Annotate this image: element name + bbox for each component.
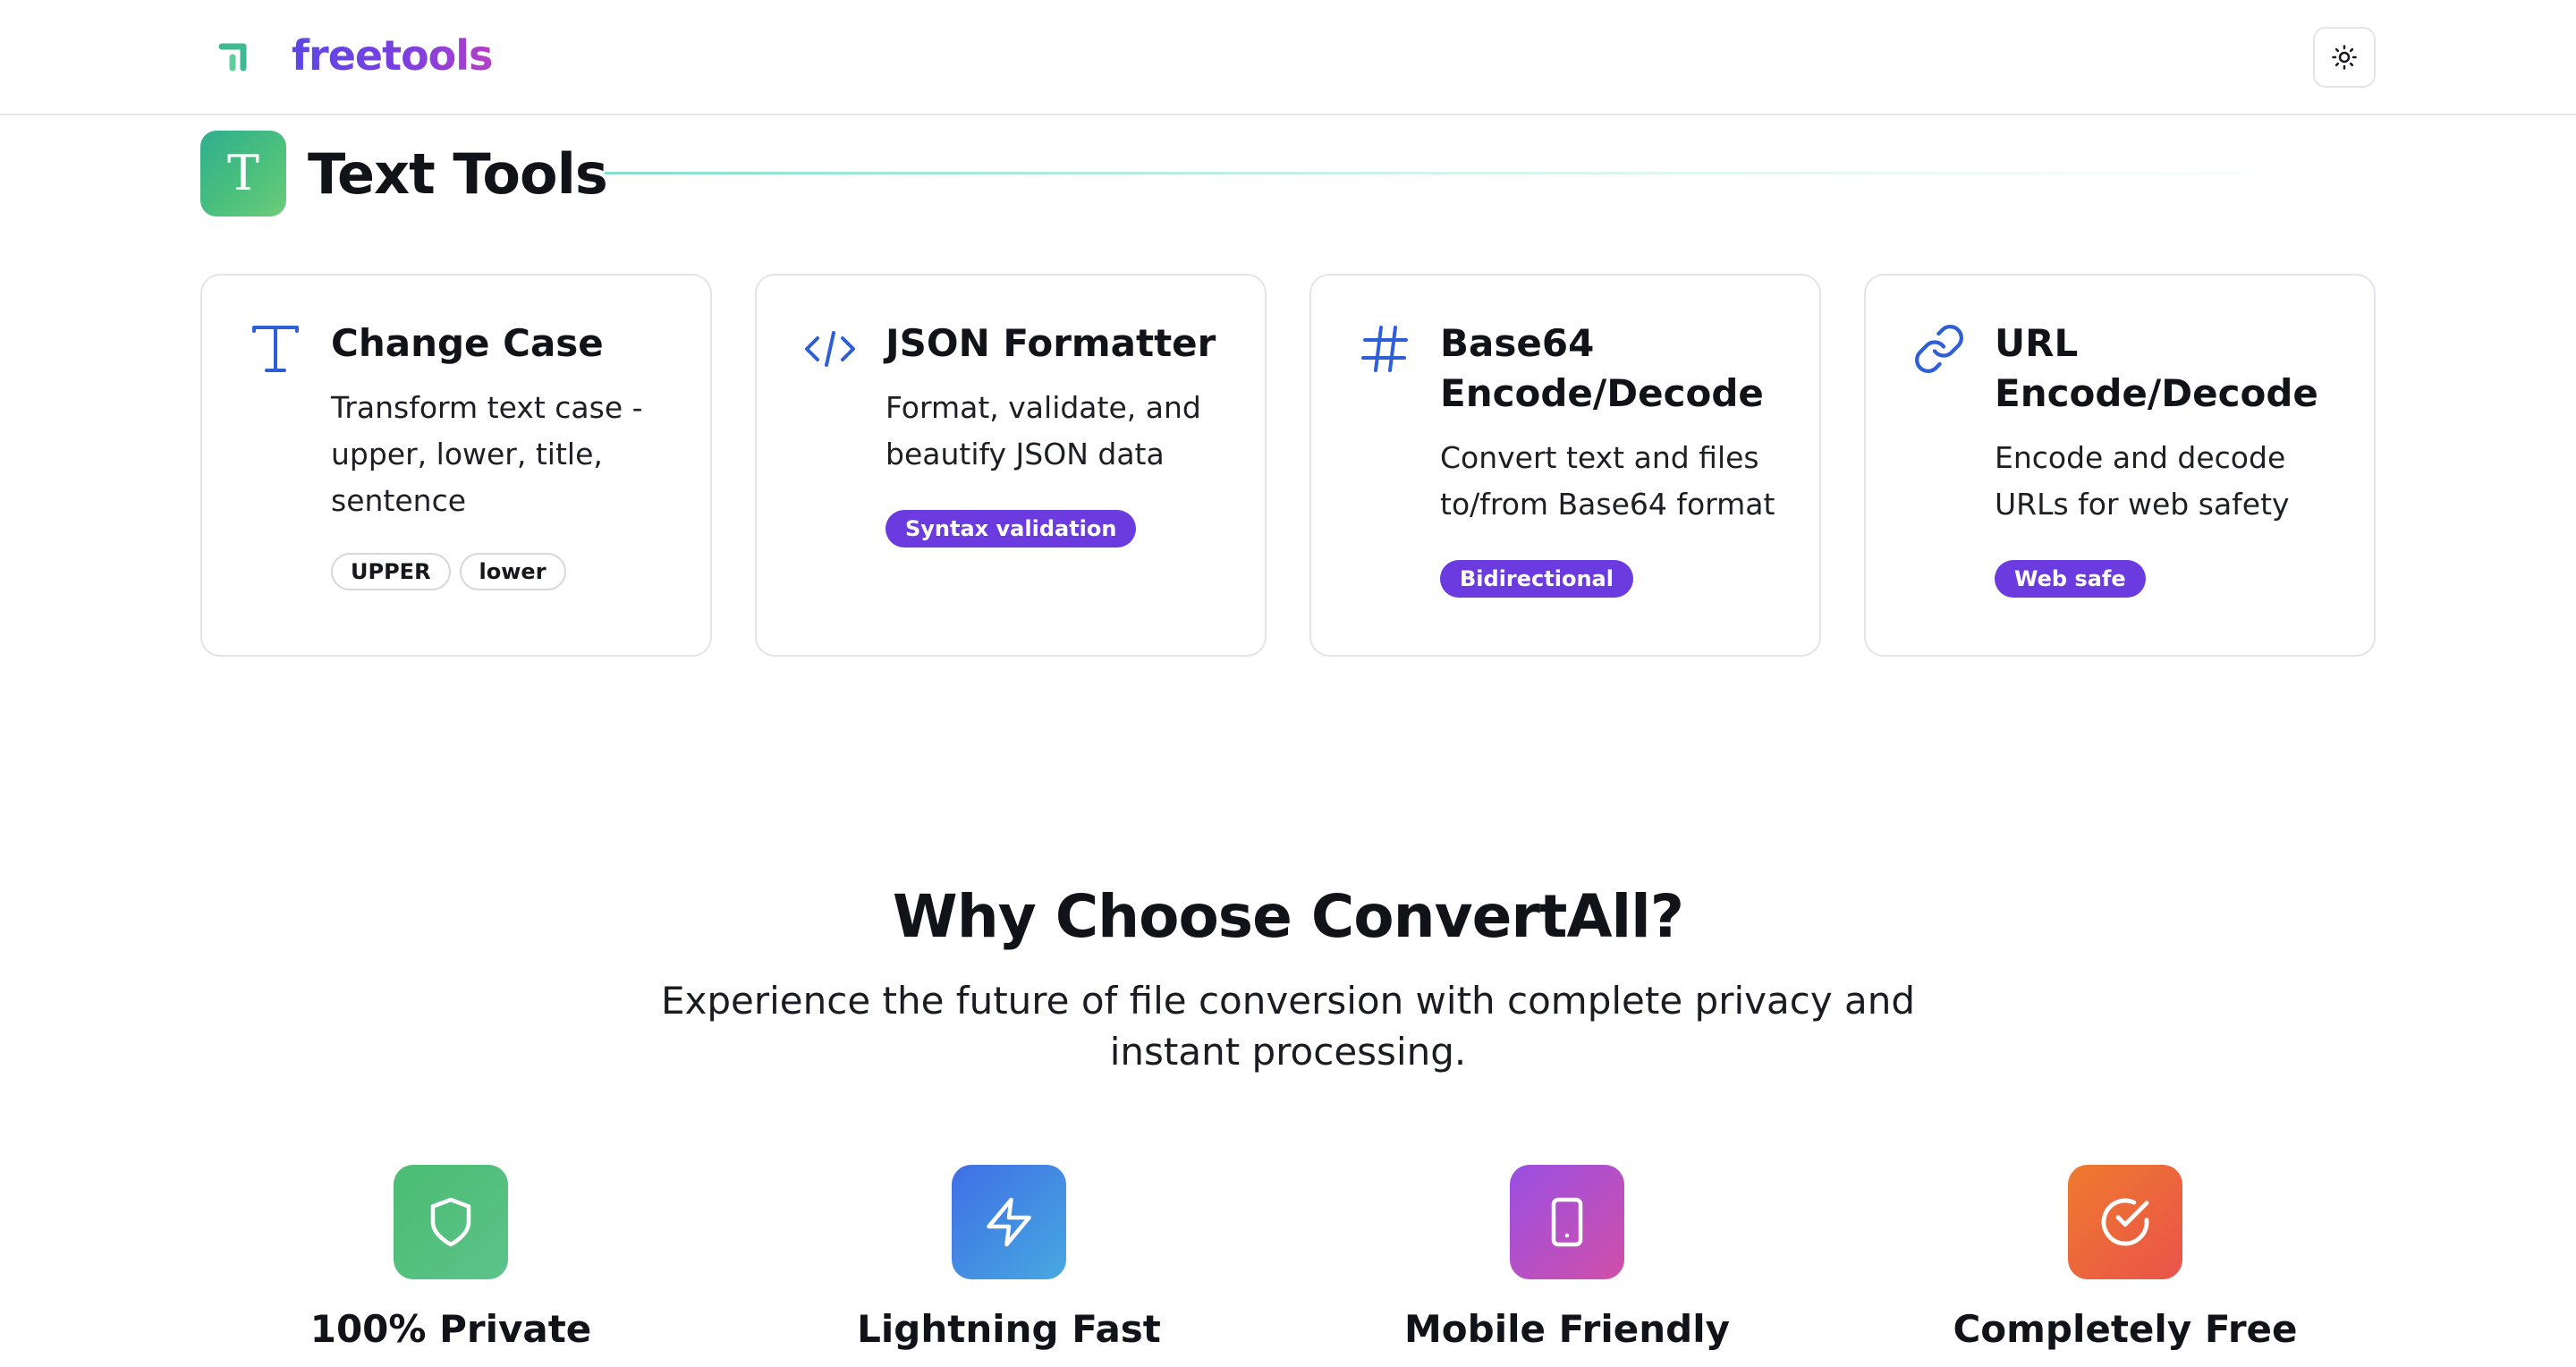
- link-icon: [1915, 325, 1963, 373]
- badge-bidirectional: Bidirectional: [1440, 560, 1633, 598]
- logo-icon[interactable]: [215, 38, 252, 75]
- tag-upper: UPPER: [331, 553, 451, 590]
- card-title: JSON Formatter: [886, 321, 1216, 365]
- card-description: Encode and decode URLs for web safety: [1995, 440, 2290, 522]
- card-title: Base64 Encode/Decode: [1440, 321, 1764, 415]
- card-tags: UPPER lower: [331, 553, 566, 590]
- card-description: Convert text and files to/from Base64 fo…: [1440, 440, 1775, 522]
- tool-card-json-formatter[interactable]: JSON Formatter Format, validate, and bea…: [755, 274, 1267, 657]
- top-header: freetools: [0, 0, 2576, 115]
- card-tags: Web safe: [1995, 560, 2146, 598]
- check-circle-icon: [2101, 1198, 2149, 1246]
- card-tags: Syntax validation: [886, 510, 1137, 548]
- theme-toggle-button[interactable]: [2313, 27, 2376, 88]
- code-icon: [805, 331, 855, 367]
- tool-card-base64[interactable]: Base64 Encode/Decode Convert text and fi…: [1309, 274, 1821, 657]
- feature-label: Completely Free: [1953, 1307, 2298, 1351]
- lightning-icon: [987, 1197, 1031, 1247]
- text-letter-icon: T: [226, 145, 260, 201]
- feature-icon-tile: [1510, 1165, 1624, 1279]
- tag-lower: lower: [459, 553, 566, 590]
- sun-icon: [2332, 45, 2357, 70]
- section-divider: [605, 172, 2358, 174]
- text-tools-section-icon: T: [200, 131, 286, 217]
- hash-icon: [1361, 326, 1408, 372]
- card-title: URL Encode/Decode: [1995, 321, 2318, 415]
- badge-web-safe: Web safe: [1995, 560, 2146, 598]
- smartphone-icon: [1551, 1197, 1583, 1247]
- card-tags: Bidirectional: [1440, 560, 1633, 598]
- text-case-icon: [252, 326, 299, 372]
- card-description: Transform text case - upper, lower, titl…: [331, 390, 643, 518]
- card-title: Change Case: [331, 321, 604, 365]
- section-title: Text Tools: [308, 141, 608, 207]
- feature-label: 100% Private: [309, 1307, 592, 1351]
- feature-icon-tile: [2068, 1165, 2182, 1279]
- feature-icon-tile: [394, 1165, 508, 1279]
- card-description: Format, validate, and beautify JSON data: [886, 390, 1201, 471]
- feature-label: Lightning Fast: [857, 1307, 1161, 1351]
- logo-text[interactable]: freetools: [292, 25, 493, 86]
- tool-card-url[interactable]: URL Encode/Decode Encode and decode URLs…: [1864, 274, 2376, 657]
- shield-icon: [430, 1197, 471, 1247]
- badge-syntax-validation: Syntax validation: [886, 510, 1137, 548]
- tool-card-change-case[interactable]: Change Case Transform text case - upper,…: [200, 274, 712, 657]
- feature-label: Mobile Friendly: [1404, 1307, 1730, 1351]
- why-title: Why Choose ConvertAll?: [892, 882, 1684, 951]
- why-subtitle: Experience the future of file conversion…: [660, 979, 1916, 1074]
- feature-icon-tile: [952, 1165, 1066, 1279]
